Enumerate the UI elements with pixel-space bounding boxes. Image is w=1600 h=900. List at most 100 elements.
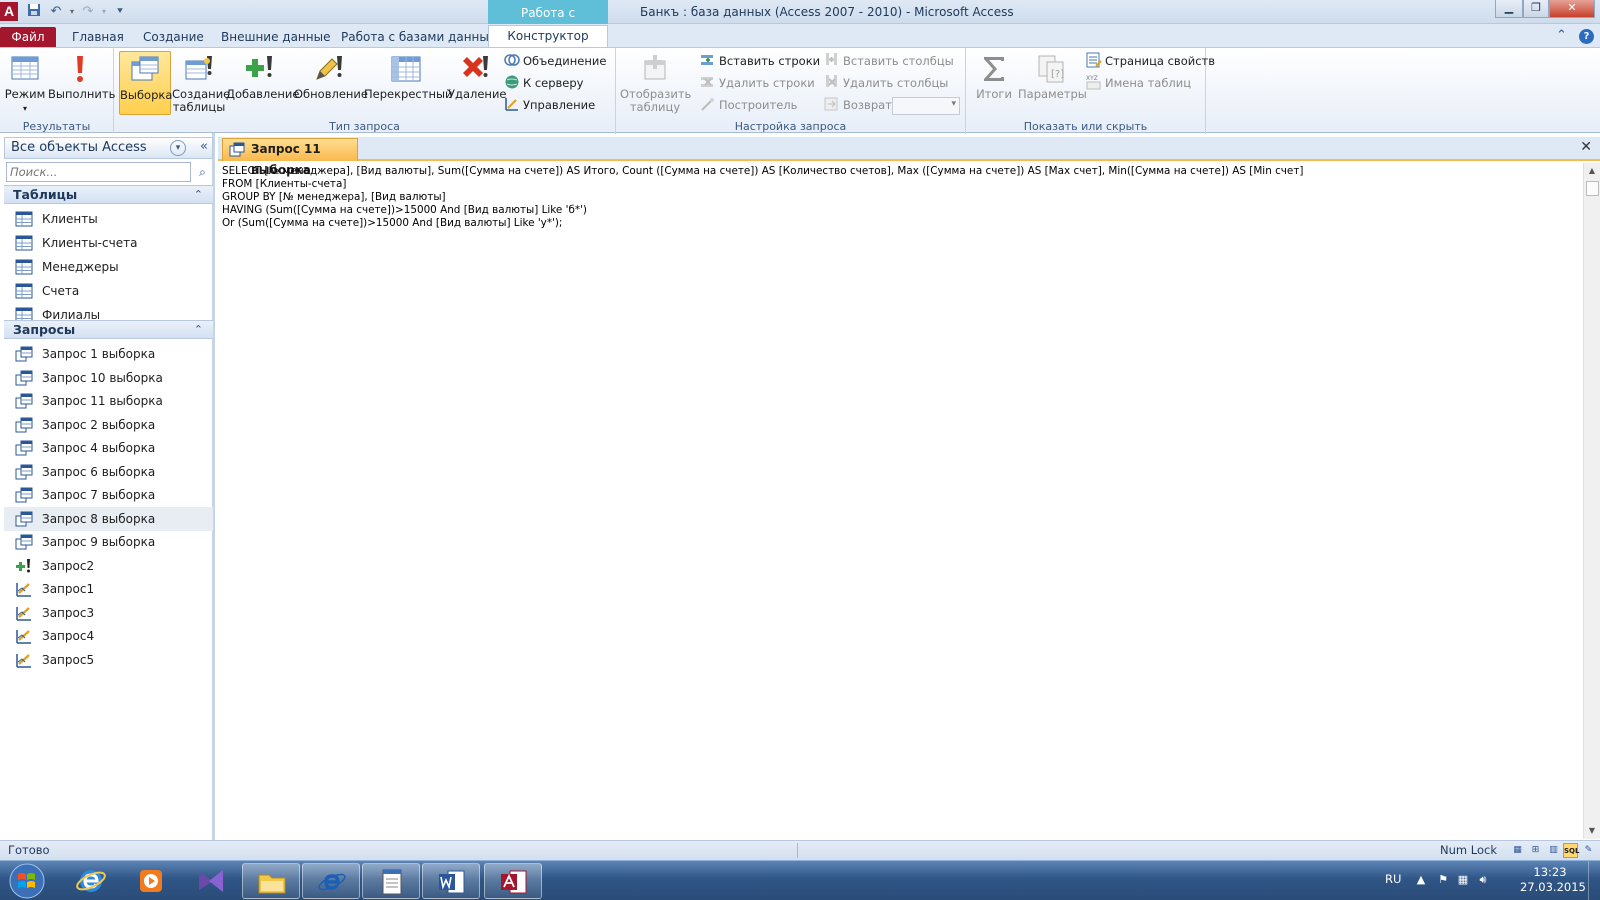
nav-table-item[interactable]: Клиенты-счета (4, 231, 213, 255)
nav-query-item[interactable]: Запрос 4 выборка (4, 436, 213, 460)
view-button[interactable]: Режим ▾ (2, 51, 48, 115)
chevron-down-icon[interactable]: ▾ (170, 140, 186, 156)
return-combo[interactable] (892, 97, 960, 115)
scroll-up-icon[interactable]: ▲ (1584, 163, 1600, 179)
show-table-button[interactable]: Отобразить таблицу (620, 51, 691, 115)
group-label-query-type: Тип запроса (329, 120, 400, 133)
tab-designer[interactable]: Конструктор (488, 25, 608, 47)
nav-query-item[interactable]: Запрос 9 выборка (4, 530, 213, 554)
scroll-down-icon[interactable]: ▼ (1584, 823, 1600, 839)
tab-external-data[interactable]: Внешние данные (213, 27, 338, 47)
restore-button[interactable]: ❐ (1523, 0, 1549, 18)
nav-query-item[interactable]: Запрос 8 выборка (4, 506, 213, 531)
nav-search-input[interactable] (6, 162, 191, 182)
delete-query-button[interactable]: Удаление (448, 51, 507, 115)
nav-query-item[interactable]: Запрос 10 выборка (4, 366, 213, 390)
return-label: Возврат: (824, 96, 896, 115)
crosstab-button[interactable]: Перекрестный (364, 51, 453, 115)
language-indicator[interactable]: RU (1385, 872, 1401, 886)
collapse-group-icon[interactable]: ⌃ (194, 186, 203, 204)
customize-qat-icon[interactable]: ⯆ (112, 3, 128, 20)
delete-columns-button[interactable]: Удалить столбцы (824, 74, 948, 93)
scroll-thumb[interactable] (1586, 181, 1599, 196)
group-label-query-setup: Настройка запроса (734, 120, 847, 133)
taskbar-word[interactable] (422, 863, 480, 899)
nav-query-item[interactable]: Запрос2 (4, 554, 213, 578)
tab-home[interactable]: Главная (64, 27, 132, 47)
access-app-icon[interactable]: A (0, 2, 18, 21)
pivot-chart-view-icon[interactable]: ▥ (1546, 843, 1561, 858)
taskbar-ie-window[interactable] (302, 863, 360, 899)
nav-group-tables[interactable]: Таблицы ⌃ (4, 185, 213, 204)
nav-table-item[interactable]: Клиенты (4, 207, 213, 231)
nav-query-item[interactable]: Запрос1 (4, 577, 213, 601)
datasheet-view-icon[interactable]: ▦ (1510, 843, 1525, 858)
delete-rows-button[interactable]: Удалить строки (700, 74, 815, 93)
nav-query-item[interactable]: Запрос4 (4, 624, 213, 648)
nav-query-item[interactable]: Запрос3 (4, 601, 213, 625)
nav-query-item[interactable]: Запрос 6 выборка (4, 460, 213, 484)
sql-editor[interactable]: SELECT [№ менеджера], [Вид валюты], Sum(… (220, 163, 1577, 839)
volume-icon[interactable]: 🔊︎ (1476, 873, 1490, 887)
redo-icon[interactable]: ↷ (80, 3, 96, 20)
builder-button[interactable]: Построитель (700, 96, 797, 115)
nav-query-item[interactable]: Запрос 1 выборка (4, 342, 213, 366)
taskbar-media-player[interactable] (122, 863, 180, 899)
start-button[interactable] (4, 862, 50, 900)
group-label-results: Результаты (22, 120, 91, 133)
parameters-button[interactable]: [?] Параметры (1018, 51, 1087, 115)
close-window-button[interactable]: ✕ (1549, 0, 1595, 18)
help-icon[interactable]: ? (1579, 29, 1594, 44)
nav-query-item[interactable]: Запрос 2 выборка (4, 413, 213, 437)
nav-query-item[interactable]: Запрос 11 выборка (4, 389, 213, 413)
table-names-button[interactable]: XYZ Имена таблиц (1086, 74, 1191, 93)
nav-group-queries[interactable]: Запросы ⌃ (4, 320, 213, 339)
nav-query-item[interactable]: Запрос 7 выборка (4, 483, 213, 507)
run-button[interactable]: Выполнить (48, 51, 115, 115)
vertical-scrollbar[interactable]: ▲ ▼ (1583, 163, 1600, 839)
nav-query-item[interactable]: Запрос5 (4, 648, 213, 672)
sql-view-button[interactable]: SQL (1563, 843, 1579, 858)
save-icon[interactable] (26, 3, 42, 20)
pass-through-button[interactable]: К серверу (504, 74, 583, 93)
select-query-button[interactable]: Выборка (119, 51, 172, 115)
minimize-ribbon-icon[interactable]: ⌃ (1556, 28, 1567, 43)
taskbar-explorer[interactable] (242, 863, 300, 899)
data-definition-button[interactable]: Управление (504, 96, 595, 115)
totals-button[interactable]: Итоги (972, 51, 1016, 115)
show-desktop-button[interactable] (1588, 861, 1600, 900)
insert-rows-button[interactable]: Вставить строки (700, 52, 820, 71)
tab-file[interactable]: Файл (0, 27, 56, 47)
action-center-flag-icon[interactable]: ⚑ (1436, 873, 1450, 887)
property-sheet-button[interactable]: Страница свойств (1086, 52, 1215, 71)
search-icon[interactable]: ⌕ (193, 162, 212, 182)
nav-pane-header[interactable]: Все объекты Access ▾ « (4, 137, 213, 159)
network-icon[interactable]: ▦ (1456, 873, 1470, 887)
document-tab-query-11[interactable]: Запрос 11 выборка (222, 138, 358, 177)
design-view-icon[interactable]: ✎ (1581, 843, 1596, 858)
minimize-button[interactable]: ▁ (1495, 0, 1523, 18)
undo-dropdown-icon[interactable]: ▾ (64, 3, 80, 20)
collapse-group-icon[interactable]: ⌃ (194, 321, 203, 339)
tab-create[interactable]: Создание (135, 27, 212, 47)
update-button[interactable]: Обновление (294, 51, 368, 115)
pivot-table-view-icon[interactable]: ⊞ (1528, 843, 1543, 858)
tab-database-tools[interactable]: Работа с базами данных (333, 27, 504, 47)
taskbar-notepad[interactable] (362, 863, 420, 899)
undo-icon[interactable]: ↶ (48, 3, 64, 20)
nav-table-item[interactable]: Менеджеры (4, 255, 213, 279)
union-button[interactable]: Объединение (504, 52, 606, 71)
collapse-pane-icon[interactable]: « (200, 139, 208, 154)
taskbar-ie[interactable] (62, 863, 120, 899)
show-hidden-icons-icon[interactable]: ▲ (1414, 873, 1428, 887)
redo-dropdown-icon[interactable]: ▾ (96, 3, 112, 20)
taskbar-access[interactable] (484, 863, 542, 899)
nav-table-item[interactable]: Счета (4, 279, 213, 303)
insert-columns-button[interactable]: Вставить столбцы (824, 52, 954, 71)
table-icon (15, 283, 33, 299)
make-table-button[interactable]: Создание таблицы (172, 51, 230, 115)
taskbar-visual-studio[interactable] (182, 863, 240, 899)
close-document-icon[interactable]: ✕ (1580, 139, 1592, 155)
clock[interactable]: 13:23 27.03.2015 (1520, 865, 1586, 895)
append-button[interactable]: Добавление (226, 51, 299, 115)
